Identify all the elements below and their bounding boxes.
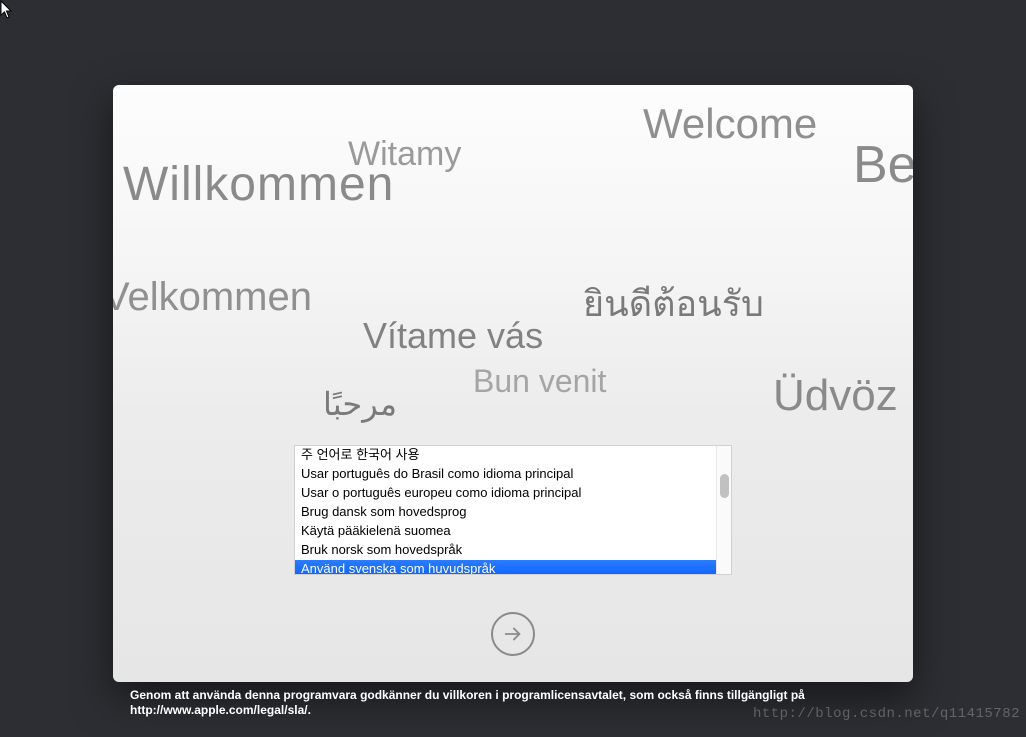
scrollbar-thumb[interactable] bbox=[720, 474, 729, 498]
welcome-text-pt: Bem bbox=[853, 135, 913, 195]
language-option[interactable]: Bruk norsk som hovedspråk bbox=[295, 541, 731, 560]
language-option[interactable]: 주 언어로 한국어 사용 bbox=[295, 446, 731, 465]
arrow-right-icon bbox=[502, 623, 524, 645]
mouse-cursor-icon bbox=[0, 0, 14, 20]
language-option[interactable]: Använd svenska som huvudspråk bbox=[295, 560, 731, 575]
welcome-text-ar: مرحبًا bbox=[323, 385, 397, 423]
welcome-text-da: Velkommen bbox=[113, 275, 312, 320]
language-option[interactable]: Usar o português europeu como idioma pri… bbox=[295, 484, 731, 503]
language-option[interactable]: Käytä pääkielenä suomea bbox=[295, 522, 731, 541]
setup-assistant-window: Welcome Witamy Willkommen Bem Velkommen … bbox=[113, 85, 913, 682]
language-option[interactable]: Brug dansk som hovedsprog bbox=[295, 503, 731, 522]
welcome-text-th: ยินดีต้อนรับ bbox=[583, 275, 764, 332]
welcome-text-de: Willkommen bbox=[123, 157, 394, 212]
continue-button[interactable] bbox=[491, 612, 535, 656]
welcome-text-ro: Bun venit bbox=[473, 363, 606, 400]
watermark-text: http://blog.csdn.net/q11415782 bbox=[753, 706, 1020, 722]
language-option[interactable]: Usar português do Brasil como idioma pri… bbox=[295, 465, 731, 484]
language-select-list[interactable]: 주 언어로 한국어 사용Usar português do Brasil com… bbox=[294, 445, 732, 575]
welcome-text-hu: Üdvöz bbox=[773, 371, 898, 421]
scrollbar-track[interactable] bbox=[716, 446, 731, 574]
welcome-text-en: Welcome bbox=[643, 100, 817, 148]
welcome-text-sk: Vítame vás bbox=[363, 315, 543, 357]
